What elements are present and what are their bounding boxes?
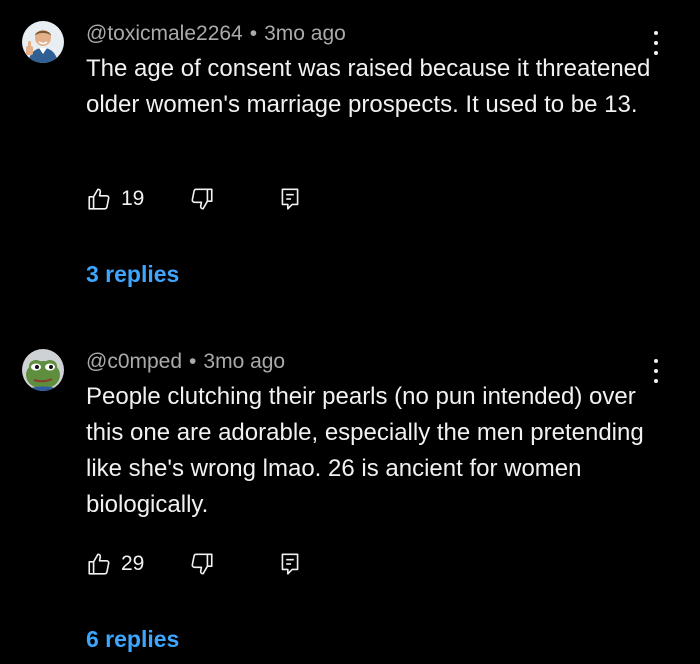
- comment-meta: @c0mped • 3mo ago: [86, 349, 285, 375]
- dislike-button[interactable]: [189, 549, 215, 579]
- like-button[interactable]: 29: [86, 549, 144, 579]
- comment-text: People clutching their pearls (no pun in…: [86, 383, 644, 518]
- author-name[interactable]: @c0mped: [86, 350, 182, 373]
- view-replies-link[interactable]: 6 replies: [86, 626, 179, 653]
- thumbs-down-icon: [191, 553, 213, 575]
- comment-actions: 29: [86, 549, 346, 579]
- avatar[interactable]: [22, 349, 64, 391]
- meta-separator: •: [189, 350, 197, 373]
- pepe-frog-avatar-icon: [22, 349, 64, 391]
- timestamp: 3mo ago: [203, 350, 286, 373]
- like-count: 29: [121, 552, 145, 575]
- reply-comment-icon: [281, 553, 299, 575]
- thumbs-up-icon: [88, 553, 110, 575]
- comment-2: @c0mped • 3mo ago People clutching their p…: [0, 0, 700, 664]
- reply-button[interactable]: [277, 549, 303, 579]
